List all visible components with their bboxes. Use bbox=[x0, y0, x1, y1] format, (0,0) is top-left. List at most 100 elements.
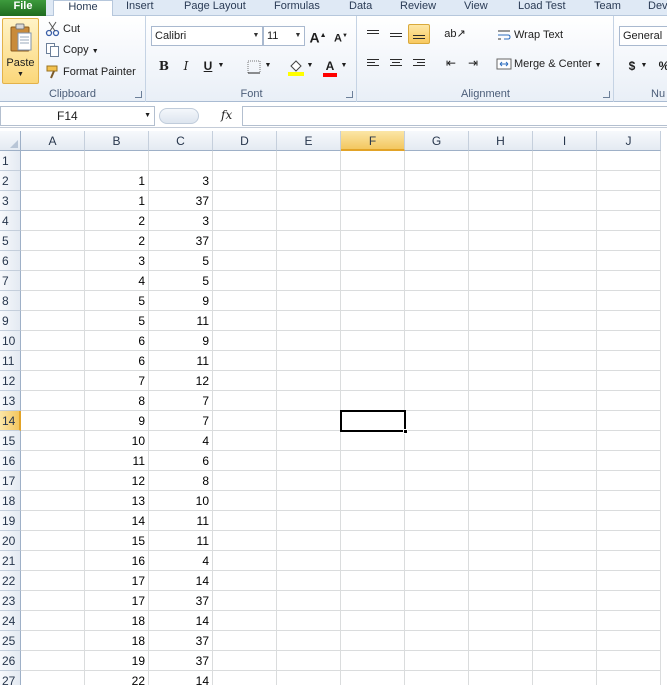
cell-g13[interactable] bbox=[405, 391, 469, 411]
row-header-1[interactable]: 1 bbox=[0, 151, 21, 171]
cell-c15[interactable]: 4 bbox=[149, 431, 213, 451]
column-header-a[interactable]: A bbox=[21, 131, 85, 151]
cell-e6[interactable] bbox=[277, 251, 341, 271]
cell-e14[interactable] bbox=[277, 411, 341, 431]
cell-j16[interactable] bbox=[597, 451, 661, 471]
cell-d27[interactable] bbox=[213, 671, 277, 685]
tab-home[interactable]: Home bbox=[53, 0, 113, 17]
cell-a8[interactable] bbox=[21, 291, 85, 311]
cell-c22[interactable]: 14 bbox=[149, 571, 213, 591]
cell-d21[interactable] bbox=[213, 551, 277, 571]
cell-a21[interactable] bbox=[21, 551, 85, 571]
fill-color-button[interactable] bbox=[285, 56, 307, 76]
cell-b22[interactable]: 17 bbox=[85, 571, 149, 591]
cell-e24[interactable] bbox=[277, 611, 341, 631]
row-header-15[interactable]: 15 bbox=[0, 431, 21, 451]
wrap-text-button[interactable]: Wrap Text bbox=[496, 26, 563, 44]
cell-h19[interactable] bbox=[469, 511, 533, 531]
cell-d24[interactable] bbox=[213, 611, 277, 631]
cell-h14[interactable] bbox=[469, 411, 533, 431]
cell-h12[interactable] bbox=[469, 371, 533, 391]
cell-c17[interactable]: 8 bbox=[149, 471, 213, 491]
cell-e9[interactable] bbox=[277, 311, 341, 331]
cell-i23[interactable] bbox=[533, 591, 597, 611]
cell-h3[interactable] bbox=[469, 191, 533, 211]
cell-d9[interactable] bbox=[213, 311, 277, 331]
column-header-h[interactable]: H bbox=[469, 131, 533, 151]
cell-i7[interactable] bbox=[533, 271, 597, 291]
cell-h9[interactable] bbox=[469, 311, 533, 331]
cell-f13[interactable] bbox=[341, 391, 405, 411]
cell-f4[interactable] bbox=[341, 211, 405, 231]
cell-b21[interactable]: 16 bbox=[85, 551, 149, 571]
cell-i4[interactable] bbox=[533, 211, 597, 231]
cell-f12[interactable] bbox=[341, 371, 405, 391]
cell-e3[interactable] bbox=[277, 191, 341, 211]
row-header-10[interactable]: 10 bbox=[0, 331, 21, 351]
tab-file[interactable]: File bbox=[0, 0, 46, 16]
cell-a5[interactable] bbox=[21, 231, 85, 251]
cell-a13[interactable] bbox=[21, 391, 85, 411]
font-name-dropdown[interactable]: Calibri ▼ bbox=[151, 26, 263, 46]
cell-h1[interactable] bbox=[469, 151, 533, 171]
cell-c19[interactable]: 11 bbox=[149, 511, 213, 531]
decrease-indent-button[interactable]: ⇤ bbox=[440, 53, 462, 73]
cell-g2[interactable] bbox=[405, 171, 469, 191]
increase-indent-button[interactable]: ⇥ bbox=[462, 53, 484, 73]
tab-view[interactable]: View bbox=[464, 0, 488, 16]
percent-button[interactable]: % bbox=[653, 56, 667, 76]
cell-f3[interactable] bbox=[341, 191, 405, 211]
cell-d20[interactable] bbox=[213, 531, 277, 551]
cell-d15[interactable] bbox=[213, 431, 277, 451]
font-color-dropdown-icon[interactable]: ▼ bbox=[339, 56, 349, 76]
cell-g15[interactable] bbox=[405, 431, 469, 451]
column-header-d[interactable]: D bbox=[213, 131, 277, 151]
cell-i10[interactable] bbox=[533, 331, 597, 351]
cell-j12[interactable] bbox=[597, 371, 661, 391]
cell-b10[interactable]: 6 bbox=[85, 331, 149, 351]
cell-c26[interactable]: 37 bbox=[149, 651, 213, 671]
cell-f18[interactable] bbox=[341, 491, 405, 511]
row-header-8[interactable]: 8 bbox=[0, 291, 21, 311]
column-header-f[interactable]: F bbox=[341, 131, 405, 151]
cell-g17[interactable] bbox=[405, 471, 469, 491]
cell-g26[interactable] bbox=[405, 651, 469, 671]
cell-b12[interactable]: 7 bbox=[85, 371, 149, 391]
cell-c20[interactable]: 11 bbox=[149, 531, 213, 551]
cell-a27[interactable] bbox=[21, 671, 85, 685]
cell-j27[interactable] bbox=[597, 671, 661, 685]
cell-d13[interactable] bbox=[213, 391, 277, 411]
cell-i25[interactable] bbox=[533, 631, 597, 651]
row-header-2[interactable]: 2 bbox=[0, 171, 21, 191]
cell-j9[interactable] bbox=[597, 311, 661, 331]
cell-b26[interactable]: 19 bbox=[85, 651, 149, 671]
row-header-19[interactable]: 19 bbox=[0, 511, 21, 531]
row-header-5[interactable]: 5 bbox=[0, 231, 21, 251]
cell-h23[interactable] bbox=[469, 591, 533, 611]
row-header-23[interactable]: 23 bbox=[0, 591, 21, 611]
cell-a14[interactable] bbox=[21, 411, 85, 431]
cell-j25[interactable] bbox=[597, 631, 661, 651]
cell-c7[interactable]: 5 bbox=[149, 271, 213, 291]
cell-d12[interactable] bbox=[213, 371, 277, 391]
cell-b5[interactable]: 2 bbox=[85, 231, 149, 251]
cell-b1[interactable] bbox=[85, 151, 149, 171]
cell-g4[interactable] bbox=[405, 211, 469, 231]
formula-input[interactable] bbox=[242, 106, 667, 126]
column-header-c[interactable]: C bbox=[149, 131, 213, 151]
cell-a15[interactable] bbox=[21, 431, 85, 451]
cell-i26[interactable] bbox=[533, 651, 597, 671]
cell-j22[interactable] bbox=[597, 571, 661, 591]
cell-h24[interactable] bbox=[469, 611, 533, 631]
cell-g16[interactable] bbox=[405, 451, 469, 471]
cell-c27[interactable]: 14 bbox=[149, 671, 213, 685]
cell-i17[interactable] bbox=[533, 471, 597, 491]
cell-c3[interactable]: 37 bbox=[149, 191, 213, 211]
cell-b6[interactable]: 3 bbox=[85, 251, 149, 271]
cell-f15[interactable] bbox=[341, 431, 405, 451]
row-header-20[interactable]: 20 bbox=[0, 531, 21, 551]
cell-e13[interactable] bbox=[277, 391, 341, 411]
cell-j23[interactable] bbox=[597, 591, 661, 611]
cell-e4[interactable] bbox=[277, 211, 341, 231]
column-header-e[interactable]: E bbox=[277, 131, 341, 151]
